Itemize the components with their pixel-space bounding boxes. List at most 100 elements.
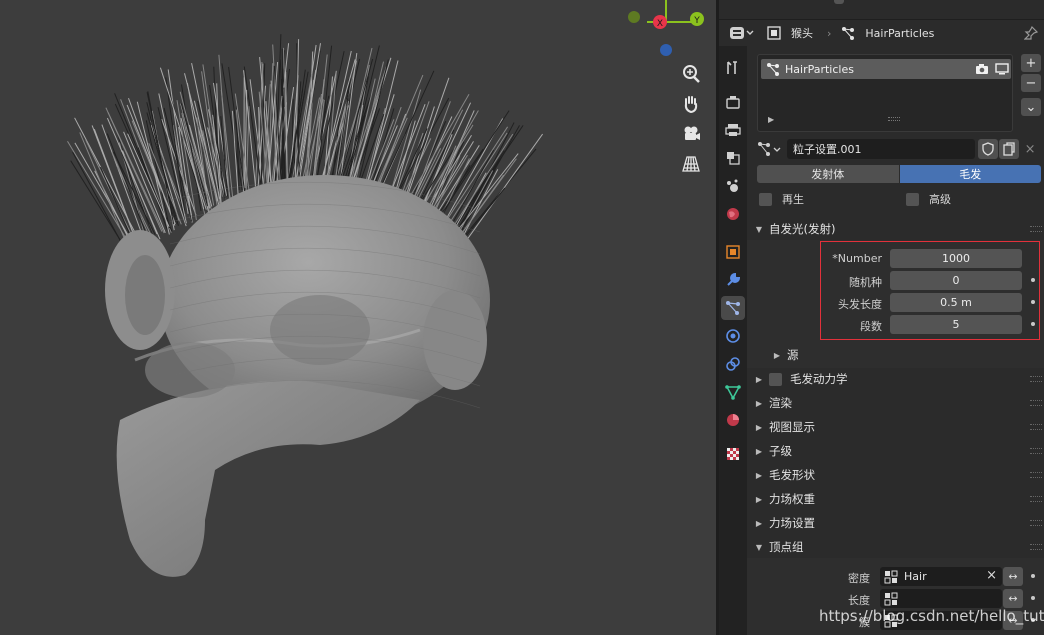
- tab-material[interactable]: [721, 408, 745, 432]
- fake-user-shield-button[interactable]: [978, 139, 999, 159]
- breadcrumb-separator: ›: [827, 26, 832, 40]
- remove-particle-system-button[interactable]: −: [1021, 74, 1041, 92]
- view-layer-icon: [727, 152, 740, 165]
- properties-editor: 猴头 › HairParticles HairParticles ▶ + − ⌄…: [719, 0, 1044, 635]
- axis-x-label: X: [657, 19, 663, 29]
- chevron-down-icon: ▼: [755, 542, 763, 552]
- tab-output[interactable]: [721, 118, 745, 142]
- pin-icon[interactable]: [1023, 25, 1039, 43]
- camera-render-toggle-icon[interactable]: [975, 63, 989, 75]
- advanced-checkbox[interactable]: [906, 192, 919, 206]
- tab-modifiers[interactable]: [721, 268, 745, 292]
- list-expand-arrow[interactable]: ▶: [768, 115, 774, 124]
- scene-icon: [727, 179, 738, 192]
- camera-icon[interactable]: [677, 120, 705, 148]
- regrow-label: 再生: [782, 193, 804, 206]
- chevron-right-icon: ▶: [755, 494, 763, 504]
- panel-vertex-groups-header[interactable]: ▼ 顶点组: [747, 536, 1044, 558]
- panel-hair-shape-header[interactable]: ▶ 毛发形状: [747, 464, 1044, 486]
- monkey-head-mesh: [67, 34, 544, 577]
- regrow-checkbox[interactable]: [759, 192, 772, 206]
- tab-particles[interactable]: [721, 296, 745, 320]
- tab-render[interactable]: [721, 90, 745, 114]
- panel-force-settings-header[interactable]: ▶ 力场设置: [747, 512, 1044, 534]
- viewport-navigation-tools: [677, 60, 707, 180]
- tab-constraints[interactable]: [721, 352, 745, 376]
- panel-drag-grip[interactable]: [1030, 400, 1042, 406]
- advanced-checkbox-row[interactable]: 高级: [906, 190, 951, 208]
- list-item[interactable]: HairParticles: [761, 59, 1011, 79]
- constraint-icon: [726, 357, 740, 371]
- panel-drag-grip[interactable]: [1030, 520, 1042, 526]
- tab-physics[interactable]: [721, 324, 745, 348]
- add-particle-system-button[interactable]: +: [1021, 54, 1041, 72]
- panel-drag-grip[interactable]: [1030, 424, 1042, 430]
- vg-density-label: 密度: [848, 572, 870, 585]
- material-icon: [727, 414, 739, 426]
- unlink-settings-button[interactable]: ×: [1021, 139, 1039, 159]
- panel-drag-grip[interactable]: [1030, 472, 1042, 478]
- panel-drag-grip[interactable]: [1030, 226, 1042, 232]
- panel-render-title: 渲染: [769, 396, 792, 410]
- vg-density-value: Hair: [904, 570, 927, 583]
- clear-field-icon[interactable]: ×: [986, 568, 997, 583]
- physics-icon: [726, 329, 740, 343]
- panel-hair-dynamics-header[interactable]: ▶ 毛发动力学: [747, 368, 1044, 390]
- chevron-down-icon: ▼: [755, 224, 763, 234]
- subpanel-source-title: 源: [787, 348, 799, 362]
- 3d-viewport[interactable]: X Y: [0, 0, 716, 635]
- subpanel-source-header[interactable]: ▶ 源: [765, 344, 1044, 366]
- keyframe-dot-icon[interactable]: [1031, 574, 1035, 578]
- tab-view-layer[interactable]: [721, 146, 745, 170]
- duplicate-settings-button[interactable]: [999, 139, 1020, 159]
- panel-drag-grip[interactable]: [1030, 376, 1042, 382]
- panel-viewport-display-title: 视图显示: [769, 420, 815, 434]
- keyframe-dot-icon[interactable]: [1031, 596, 1035, 600]
- panel-emission-header[interactable]: ▼ 自发光(发射): [747, 218, 1044, 240]
- navigation-gizmo[interactable]: X Y: [620, 0, 710, 60]
- particle-settings-browse-icon[interactable]: [757, 141, 783, 157]
- panel-field-weights-header[interactable]: ▶ 力场权重: [747, 488, 1044, 510]
- hair-dynamics-checkbox[interactable]: [769, 372, 782, 386]
- list-specials-menu-button[interactable]: ⌄: [1021, 98, 1041, 116]
- tab-world[interactable]: [721, 202, 745, 226]
- particles-icon: [842, 27, 855, 40]
- type-emitter-button[interactable]: 发射体: [757, 165, 899, 183]
- editor-type-menu[interactable]: [729, 24, 755, 42]
- panel-drag-grip[interactable]: [1030, 448, 1042, 454]
- panel-drag-grip[interactable]: [1030, 496, 1042, 502]
- tab-tool[interactable]: [721, 56, 745, 80]
- tab-data[interactable]: [721, 380, 745, 404]
- panel-viewport-display-header[interactable]: ▶ 视图显示: [747, 416, 1044, 438]
- particle-settings-name-field[interactable]: 粒子设置.001: [787, 139, 976, 159]
- panel-children-header[interactable]: ▶ 子级: [747, 440, 1044, 462]
- world-icon: [727, 208, 739, 220]
- tab-object[interactable]: [721, 240, 745, 264]
- tab-texture[interactable]: [721, 442, 745, 466]
- zoom-icon[interactable]: [677, 60, 705, 88]
- chevron-right-icon: ▶: [755, 422, 763, 432]
- vertex-group-icon: [884, 570, 898, 583]
- tab-scene[interactable]: [721, 174, 745, 198]
- chevron-right-icon: ▶: [773, 350, 781, 360]
- type-hair-button[interactable]: 毛发: [899, 165, 1041, 183]
- vg-density-field[interactable]: Hair ×: [880, 567, 1002, 586]
- panel-force-settings-title: 力场设置: [769, 516, 815, 530]
- shield-icon: [982, 142, 995, 156]
- vertex-group-icon: [884, 592, 898, 605]
- vg-length-field[interactable]: [880, 589, 1002, 608]
- list-resize-grip[interactable]: [888, 117, 900, 121]
- particle-system-list[interactable]: HairParticles ▶: [757, 54, 1013, 132]
- hand-pan-icon[interactable]: [677, 90, 705, 118]
- panel-drag-grip[interactable]: [1030, 544, 1042, 550]
- grid-perspective-icon[interactable]: [677, 150, 705, 178]
- chevron-right-icon: ▶: [755, 518, 763, 528]
- particles-icon: [767, 63, 779, 76]
- regrow-checkbox-row[interactable]: 再生: [759, 190, 804, 208]
- panel-render-header[interactable]: ▶ 渲染: [747, 392, 1044, 414]
- tool-icon: [727, 61, 737, 74]
- monitor-viewport-toggle-icon[interactable]: [995, 63, 1009, 75]
- invert-toggle-button[interactable]: ↔: [1003, 567, 1023, 586]
- panel-emission-title: 自发光(发射): [769, 222, 836, 236]
- invert-toggle-button[interactable]: ↔: [1003, 589, 1023, 608]
